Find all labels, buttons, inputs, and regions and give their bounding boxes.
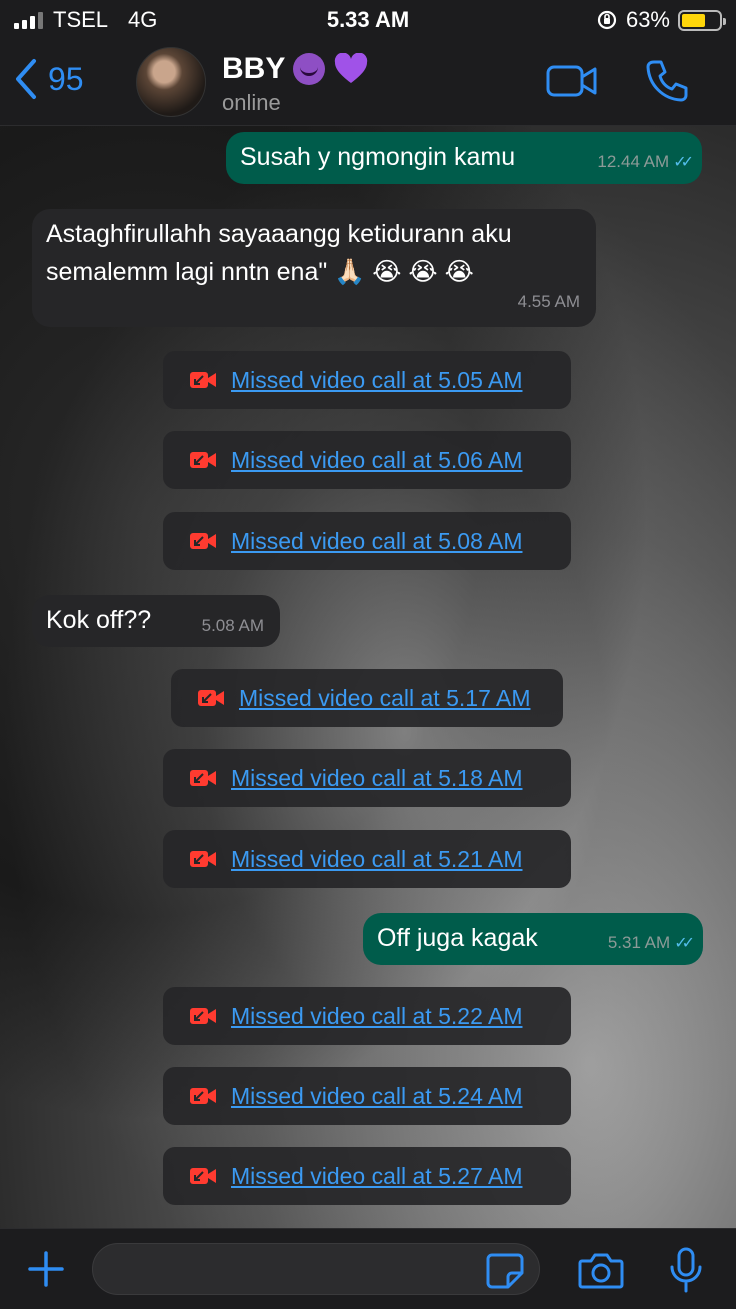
devil-emoji-icon xyxy=(293,53,326,85)
missed-call-row[interactable]: Missed video call at 5.06 AM xyxy=(163,431,571,489)
avatar[interactable] xyxy=(136,47,206,117)
missed-video-call-icon xyxy=(190,770,216,786)
double-check-icon: ✓✓ xyxy=(673,154,694,171)
message-text: Off juga kagak xyxy=(377,924,538,952)
video-call-button[interactable] xyxy=(546,64,598,98)
outgoing-message[interactable]: Off juga kagak 5.31 AM ✓✓ xyxy=(363,913,703,965)
missed-video-call-icon xyxy=(190,372,216,388)
missed-call-link[interactable]: Missed video call at 5.06 AM xyxy=(231,447,522,474)
contact-name-row[interactable]: BBY xyxy=(222,52,369,86)
contact-name: BBY xyxy=(222,52,286,85)
message-time: 12.44 AM xyxy=(597,152,670,171)
missed-call-link[interactable]: Missed video call at 5.18 AM xyxy=(231,765,522,792)
missed-video-call-icon xyxy=(190,1088,216,1104)
missed-video-call-icon xyxy=(190,1008,216,1024)
microphone-button[interactable] xyxy=(668,1247,704,1295)
missed-call-row[interactable]: Missed video call at 5.22 AM xyxy=(163,987,571,1045)
double-check-icon: ✓✓ xyxy=(674,935,695,952)
missed-video-call-icon xyxy=(190,533,216,549)
message-text-line: Astaghfirullahh sayaaangg ketidurann aku xyxy=(46,220,512,248)
missed-call-link[interactable]: Missed video call at 5.17 AM xyxy=(239,685,530,712)
incoming-message[interactable]: Astaghfirullahh sayaaangg ketidurann aku… xyxy=(32,209,596,327)
missed-call-link[interactable]: Missed video call at 5.22 AM xyxy=(231,1003,522,1030)
missed-call-link[interactable]: Missed video call at 5.27 AM xyxy=(231,1163,522,1190)
chat-area[interactable]: Susah y ngmongin kamu 12.44 AM ✓✓ Astaghf… xyxy=(0,126,736,1228)
outgoing-message[interactable]: Susah y ngmongin kamu 12.44 AM ✓✓ xyxy=(226,132,702,184)
battery-icon xyxy=(678,9,726,31)
message-text: Kok off?? xyxy=(46,606,152,634)
missed-call-link[interactable]: Missed video call at 5.24 AM xyxy=(231,1083,522,1110)
back-button[interactable]: 95 xyxy=(14,58,84,100)
missed-video-call-icon xyxy=(190,851,216,867)
chat-header: 95 BBY online xyxy=(0,40,736,126)
missed-call-row[interactable]: Missed video call at 5.05 AM xyxy=(163,351,571,409)
message-text-line: semalemm lagi nntn ena" 🙏🏻 😭 😭 😭 xyxy=(46,258,474,286)
status-bar: TSEL 4G 5.33 AM 63% xyxy=(0,0,736,40)
unread-count: 95 xyxy=(48,60,84,97)
plus-button[interactable] xyxy=(26,1249,66,1289)
missed-call-link[interactable]: Missed video call at 5.08 AM xyxy=(231,528,522,555)
message-text: Susah y ngmongin kamu xyxy=(240,143,516,171)
missed-call-row[interactable]: Missed video call at 5.21 AM xyxy=(163,830,571,888)
missed-video-call-icon xyxy=(198,690,224,706)
missed-call-row[interactable]: Missed video call at 5.17 AM xyxy=(171,669,563,727)
message-input[interactable] xyxy=(92,1243,540,1295)
message-time: 5.31 AM xyxy=(607,933,671,952)
status-right: 63% xyxy=(596,7,726,33)
battery-percent: 63% xyxy=(625,7,670,32)
missed-call-row[interactable]: Missed video call at 5.24 AM xyxy=(163,1067,571,1125)
camera-button[interactable] xyxy=(578,1251,624,1289)
message-time: 5.08 AM xyxy=(201,616,264,635)
phone-call-button[interactable] xyxy=(644,58,690,104)
missed-call-link[interactable]: Missed video call at 5.05 AM xyxy=(231,367,522,394)
purple-heart-icon xyxy=(335,53,368,83)
missed-call-link[interactable]: Missed video call at 5.21 AM xyxy=(231,846,522,873)
missed-call-row[interactable]: Missed video call at 5.18 AM xyxy=(163,749,571,807)
orientation-lock-icon xyxy=(597,10,617,30)
missed-video-call-icon xyxy=(190,1168,216,1184)
missed-call-row[interactable]: Missed video call at 5.08 AM xyxy=(163,512,571,570)
sticker-button[interactable] xyxy=(486,1253,524,1289)
missed-call-row[interactable]: Missed video call at 5.27 AM xyxy=(163,1147,571,1205)
contact-status: online xyxy=(222,90,281,115)
incoming-message[interactable]: Kok off?? 5.08 AM xyxy=(32,595,280,647)
message-time: 4.55 AM xyxy=(517,292,580,311)
missed-video-call-icon xyxy=(190,452,216,468)
input-bar xyxy=(0,1228,736,1309)
chevron-left-icon xyxy=(16,59,36,99)
